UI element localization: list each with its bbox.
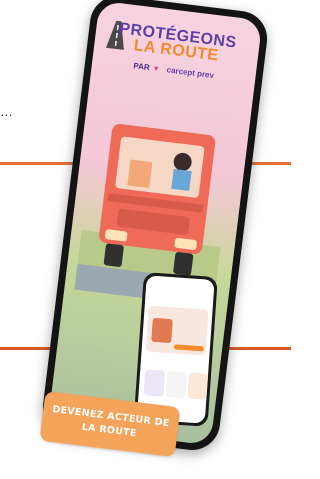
phone-mockup: PROTÉGEONS LA ROUTE PAR ♥ carcept prev	[39, 0, 271, 454]
mini-card-button	[173, 344, 205, 352]
par-label: PAR	[132, 61, 151, 73]
mini-phone-screen	[136, 275, 215, 424]
leading-ellipsis: …	[0, 104, 13, 119]
cta-label: DEVENEZ ACTEUR DE LA ROUTE	[50, 403, 171, 445]
mini-category-tile	[143, 369, 166, 397]
mini-category-tile	[187, 372, 210, 400]
partner-name: carcept prev	[166, 65, 215, 81]
phone-screen: PROTÉGEONS LA ROUTE PAR ♥ carcept prev	[47, 0, 263, 446]
partner-heart-icon: ♥	[153, 63, 160, 74]
mini-category-tile	[165, 370, 188, 399]
promo-stage: … PROTÉGEONS LA ROUTE PAR ♥ carcept prev	[0, 0, 291, 479]
mini-card-thumbnail	[151, 317, 173, 344]
mini-featured-card	[145, 305, 209, 356]
